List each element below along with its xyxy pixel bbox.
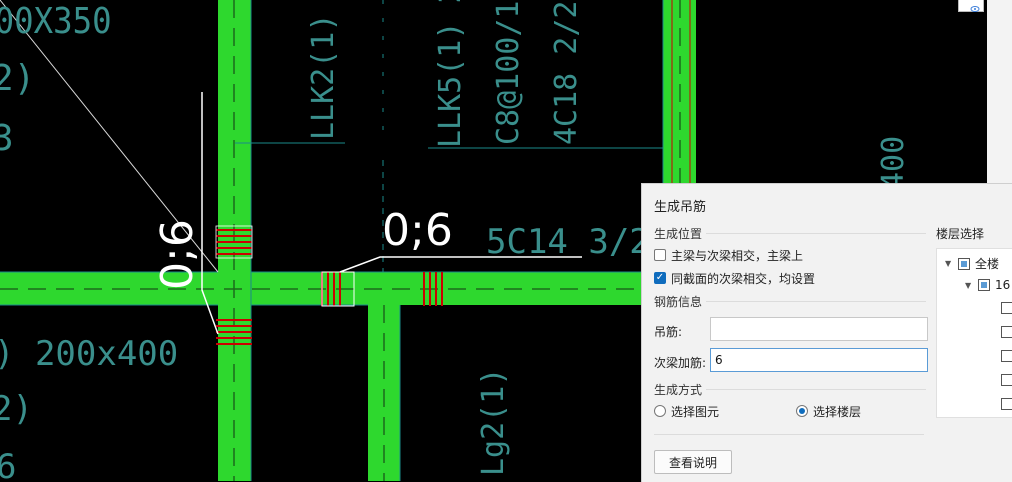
tree-label-child: 16 (995, 278, 1011, 292)
cad-label-left-4: 6 (0, 447, 16, 481)
tree-row-floor-2[interactable] (1001, 326, 1012, 338)
cad-label-5c14: 5C14 3/2 (486, 222, 650, 262)
cad-label-left-1: 2) (0, 58, 35, 99)
generate-hanger-dialog: 生成吊筋 生成位置 主梁与次梁相交，主梁上 ✓ 同截面的次梁相交，均设置 钢筋信… (641, 183, 1012, 482)
tree-row-all[interactable]: ▼ 全楼 (945, 255, 999, 272)
tree-label-all: 全楼 (975, 257, 1000, 271)
radio-select-element[interactable]: 选择图元 (654, 402, 719, 420)
option-same-section-label: 同截面的次梁相交，均设置 (671, 271, 816, 286)
tree-row-floor-3[interactable] (1001, 350, 1012, 362)
dialog-title: 生成吊筋 (654, 200, 707, 215)
collapse-arrow-icon[interactable]: ▼ (965, 281, 973, 290)
tree-checkbox-floor[interactable] (1001, 350, 1012, 362)
cad-label-4c18: 4C18 2/2 (549, 1, 584, 146)
tree-row-floor-5[interactable] (1001, 398, 1012, 410)
method-group-label: 生成方式 (654, 383, 703, 397)
cad-label-left-3: 2) (0, 389, 33, 429)
tree-checkbox-all[interactable] (958, 257, 970, 270)
floor-tree: ▼ 全楼 ▼ 16 (936, 248, 1012, 418)
hanger-callout-horizontal: 0;6 (382, 205, 453, 256)
side-panel-strip (987, 0, 1012, 183)
tree-row-floor-1[interactable] (1001, 302, 1012, 314)
extra-rebar-label: 次梁加筋: (654, 356, 707, 370)
rebar-group-label: 钢筋信息 (654, 295, 703, 309)
tree-checkbox-floor[interactable] (1001, 326, 1012, 338)
tree-checkbox-floor[interactable] (1001, 302, 1012, 314)
option-same-section[interactable]: ✓ 同截面的次梁相交，均设置 (654, 269, 815, 287)
view-instructions-button[interactable]: 查看说明 (654, 450, 732, 474)
hanger-label: 吊筋: (654, 325, 683, 339)
floor-select-label: 楼层选择 (936, 227, 985, 241)
cad-label-top-left: 00X350 (0, 0, 112, 42)
cad-label-400: 400 (876, 136, 911, 190)
option-main-secondary[interactable]: 主梁与次梁相交，主梁上 (654, 246, 803, 264)
cad-label-left-2: 3 (0, 118, 14, 159)
extra-rebar-input[interactable] (710, 348, 928, 372)
cad-label-200x400: ) 200x400 (0, 334, 178, 374)
tree-checkbox-child[interactable] (978, 279, 990, 291)
cad-label-llk5: LLK5(1) 2 (433, 0, 468, 148)
radio-select-element-label: 选择图元 (671, 404, 720, 419)
cad-label-llk2: LLK2(1) (306, 14, 341, 140)
tree-checkbox-floor[interactable] (1001, 374, 1012, 386)
tree-row-floor-4[interactable] (1001, 374, 1012, 386)
cad-label-lg2: Lg2(1) (476, 368, 511, 476)
radio-select-floor-dot[interactable] (796, 405, 808, 417)
tree-checkbox-floor[interactable] (1001, 398, 1012, 410)
radio-select-element-dot[interactable] (654, 405, 666, 417)
document-eye-icon[interactable] (958, 0, 984, 12)
radio-select-floor-label: 选择楼层 (813, 404, 862, 419)
collapse-arrow-icon[interactable]: ▼ (945, 259, 953, 268)
option-main-secondary-label: 主梁与次梁相交，主梁上 (671, 248, 804, 263)
position-group-label: 生成位置 (654, 227, 703, 241)
checkbox-main-secondary[interactable] (654, 249, 666, 261)
checkbox-same-section[interactable]: ✓ (654, 272, 666, 284)
radio-select-floor[interactable]: 选择楼层 (796, 402, 861, 420)
tree-row-child[interactable]: ▼ 16 (965, 278, 1010, 292)
cad-label-c8: C8@100/15 (491, 0, 526, 145)
hanger-callout-vertical: 0;6 (152, 219, 203, 290)
hanger-input[interactable] (710, 317, 928, 341)
